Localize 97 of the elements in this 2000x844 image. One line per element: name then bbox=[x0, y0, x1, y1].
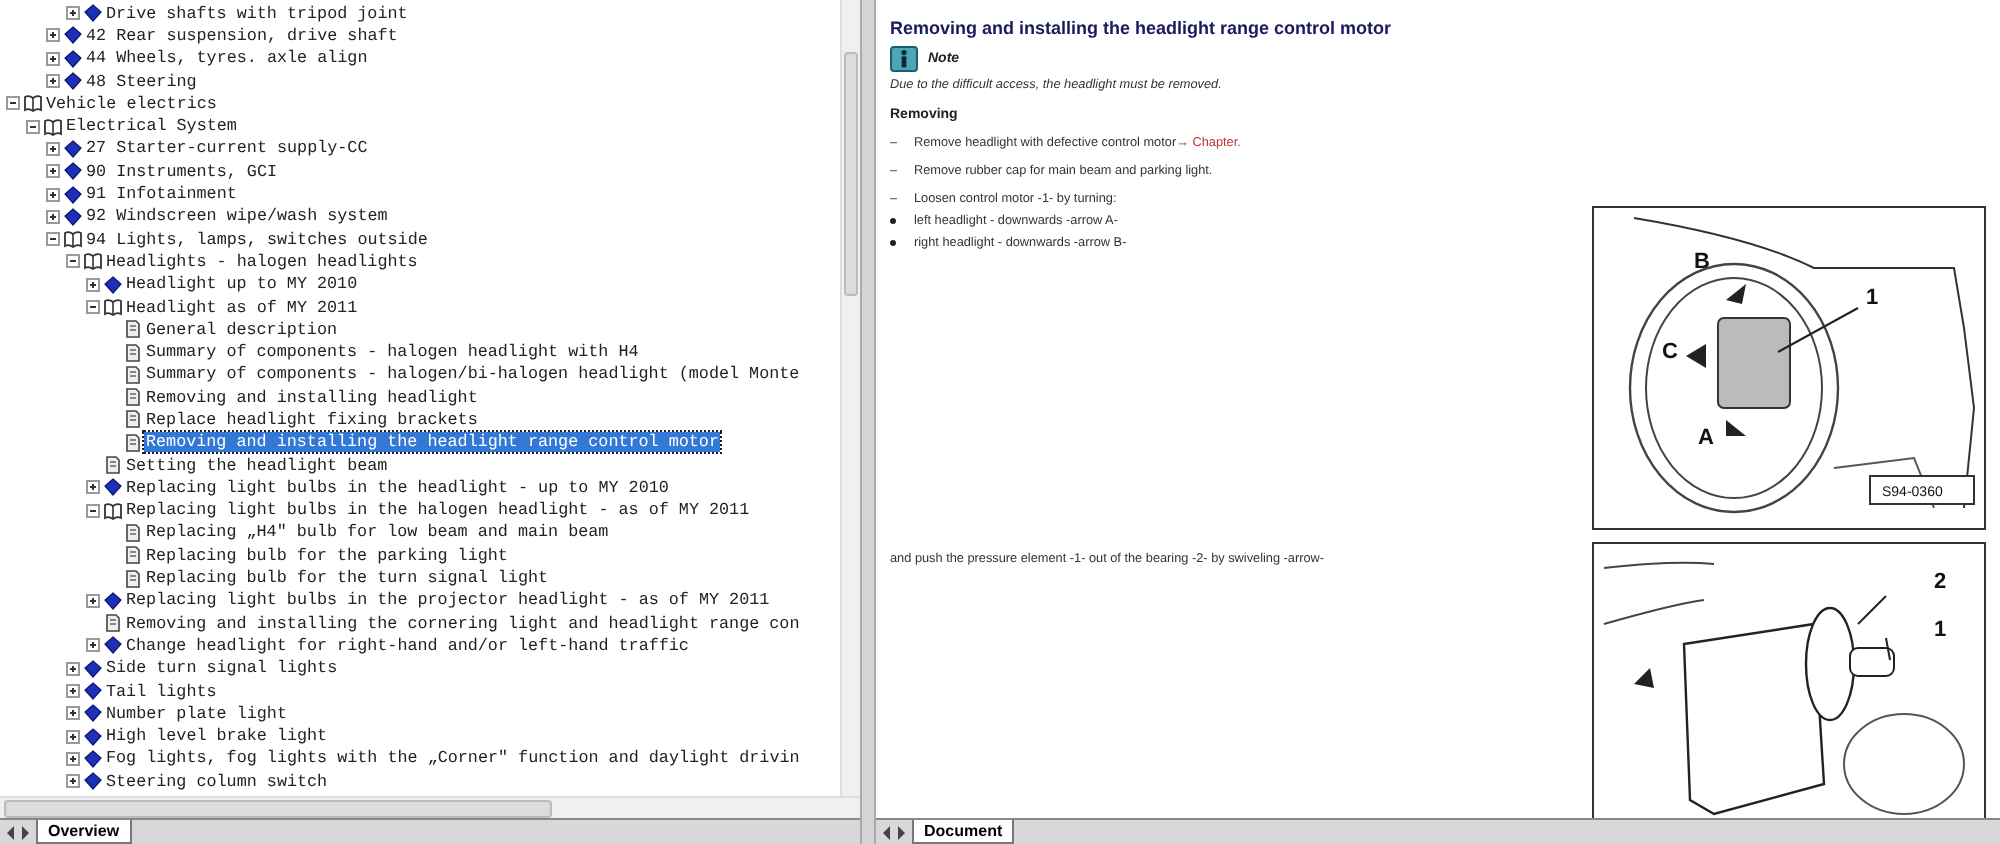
tree-item[interactable]: Replacing bulb for the parking light bbox=[144, 545, 510, 566]
expand-icon[interactable] bbox=[66, 751, 80, 766]
tree-item[interactable]: Replacing light bulbs in the projector headlight - as of MY 2011 bbox=[124, 590, 772, 611]
scrollbar-thumb[interactable] bbox=[844, 52, 858, 296]
expand-icon[interactable] bbox=[66, 729, 80, 744]
page-icon bbox=[124, 320, 142, 339]
callout-label: C bbox=[1662, 340, 1678, 364]
collapse-icon[interactable] bbox=[66, 254, 80, 269]
tree-item[interactable]: Drive shafts with tripod joint bbox=[104, 3, 410, 24]
tree-item[interactable]: Replacing „H4" bulb for low beam and main beam bbox=[144, 522, 611, 543]
tree-item[interactable]: General description bbox=[144, 319, 339, 340]
callout-label: A bbox=[1698, 426, 1714, 450]
tree-item[interactable]: Tail lights bbox=[104, 681, 219, 702]
vertical-scrollbar[interactable] bbox=[840, 0, 860, 796]
expand-icon[interactable] bbox=[46, 141, 60, 156]
tree-item[interactable]: Replacing light bulbs in the halogen headlight - as of MY 2011 bbox=[124, 500, 752, 521]
page-icon bbox=[124, 546, 142, 565]
bullet-icon bbox=[890, 240, 896, 246]
tree-item[interactable]: Electrical System bbox=[64, 116, 239, 137]
document-title: Removing and installing the headlight range control motor bbox=[890, 18, 1394, 38]
page-icon bbox=[104, 614, 122, 633]
tree-item[interactable]: Number plate light bbox=[104, 703, 289, 724]
open-book-icon bbox=[44, 117, 62, 136]
tree-item[interactable]: Removing and installing the headlight range control motor bbox=[144, 432, 721, 453]
expand-icon[interactable] bbox=[46, 28, 60, 43]
open-book-icon bbox=[84, 252, 102, 271]
tree-item[interactable]: Removing and installing the cornering light and headlight range con bbox=[124, 613, 802, 634]
tree-item[interactable]: High level brake light bbox=[104, 726, 330, 747]
page-icon bbox=[124, 388, 142, 407]
tree-item[interactable]: Summary of components - halogen/bi-halogen headlight (model Monte bbox=[144, 364, 802, 385]
tree-item[interactable]: 90 Instruments, GCI bbox=[84, 161, 279, 182]
callout-label: 1 bbox=[1866, 286, 1879, 310]
collapse-icon[interactable] bbox=[46, 232, 60, 247]
horizontal-scrollbar[interactable] bbox=[0, 796, 860, 818]
expand-icon[interactable] bbox=[66, 661, 80, 676]
collapse-icon[interactable] bbox=[86, 503, 100, 518]
expand-icon[interactable] bbox=[66, 706, 80, 721]
expand-icon[interactable] bbox=[46, 164, 60, 179]
scrollbar-thumb[interactable] bbox=[4, 800, 552, 818]
tree-item[interactable]: 91 Infotainment bbox=[84, 184, 239, 205]
tab-scroll-icon[interactable] bbox=[880, 823, 908, 841]
tree-item[interactable]: Setting the headlight beam bbox=[124, 455, 390, 476]
tree-item[interactable]: Replacing bulb for the turn signal light bbox=[144, 568, 551, 589]
page-icon bbox=[124, 365, 142, 384]
tree-item[interactable]: Replacing light bulbs in the headlight - up to MY 2010 bbox=[124, 477, 671, 498]
book-icon bbox=[104, 275, 122, 294]
page-icon bbox=[124, 569, 142, 588]
page-icon bbox=[104, 456, 122, 475]
tab-scroll-icon[interactable] bbox=[4, 823, 32, 841]
tree-item[interactable]: Headlight as of MY 2011 bbox=[124, 297, 360, 317]
open-book-icon bbox=[24, 94, 42, 113]
info-icon bbox=[890, 46, 918, 72]
expand-icon[interactable] bbox=[86, 277, 100, 292]
tree-item[interactable]: 44 Wheels, tyres. axle align bbox=[84, 48, 370, 69]
page-icon bbox=[124, 433, 142, 452]
page-icon bbox=[124, 343, 142, 362]
collapse-icon[interactable] bbox=[86, 300, 100, 314]
tree-item[interactable]: Summary of components - halogen headlight with H4 bbox=[144, 342, 641, 363]
expand-icon[interactable] bbox=[66, 684, 80, 699]
callout-label: B bbox=[1694, 250, 1710, 274]
expand-icon[interactable] bbox=[46, 209, 60, 224]
expand-icon[interactable] bbox=[86, 638, 100, 653]
tree-item[interactable]: Removing and installing headlight bbox=[144, 387, 480, 408]
book-icon bbox=[104, 478, 122, 497]
bullet-icon bbox=[890, 218, 896, 224]
tree-item[interactable]: Vehicle electrics bbox=[44, 93, 219, 114]
page-icon bbox=[124, 410, 142, 429]
tree-item[interactable]: 94 Lights, lamps, switches outside bbox=[84, 229, 430, 250]
document-tab[interactable]: Document bbox=[912, 820, 1015, 844]
overview-tab[interactable]: Overview bbox=[36, 820, 132, 844]
open-book-icon bbox=[64, 230, 82, 249]
tree-item[interactable]: 92 Windscreen wipe/wash system bbox=[84, 206, 390, 227]
tree-item[interactable]: Replace headlight fixing brackets bbox=[144, 409, 480, 430]
tree-item[interactable]: Steering column switch bbox=[104, 771, 330, 792]
collapse-icon[interactable] bbox=[6, 96, 20, 111]
expand-icon[interactable] bbox=[86, 480, 100, 495]
callout-label: 2 bbox=[1934, 570, 1947, 594]
tree-item[interactable]: 48 Steering bbox=[84, 71, 199, 92]
tree-item[interactable]: Fog lights, fog lights with the „Corner" function and daylight drivin bbox=[104, 748, 802, 769]
tree-item[interactable]: 27 Starter-current supply-CC bbox=[84, 138, 370, 159]
page-icon bbox=[124, 523, 142, 542]
callout-label: 1 bbox=[1934, 618, 1947, 642]
tree-item[interactable]: Headlights - halogen headlights bbox=[104, 251, 420, 272]
expand-icon[interactable] bbox=[46, 187, 60, 202]
collapse-icon[interactable] bbox=[26, 119, 40, 134]
tree-item[interactable]: 42 Rear suspension, drive shaft bbox=[84, 25, 400, 46]
expand-icon[interactable] bbox=[66, 6, 80, 21]
expand-icon[interactable] bbox=[66, 774, 80, 789]
book-icon bbox=[104, 591, 122, 610]
tree-item[interactable]: Change headlight for right-hand and/or left-hand traffic bbox=[124, 635, 691, 656]
tree-item[interactable]: Headlight up to MY 2010 bbox=[124, 274, 360, 295]
expand-icon[interactable] bbox=[86, 593, 100, 608]
open-book-icon bbox=[104, 501, 122, 520]
open-book-icon bbox=[104, 298, 122, 316]
tree-item[interactable]: Side turn signal lights bbox=[104, 658, 340, 679]
expand-icon[interactable] bbox=[46, 74, 60, 89]
expand-icon[interactable] bbox=[46, 51, 60, 66]
